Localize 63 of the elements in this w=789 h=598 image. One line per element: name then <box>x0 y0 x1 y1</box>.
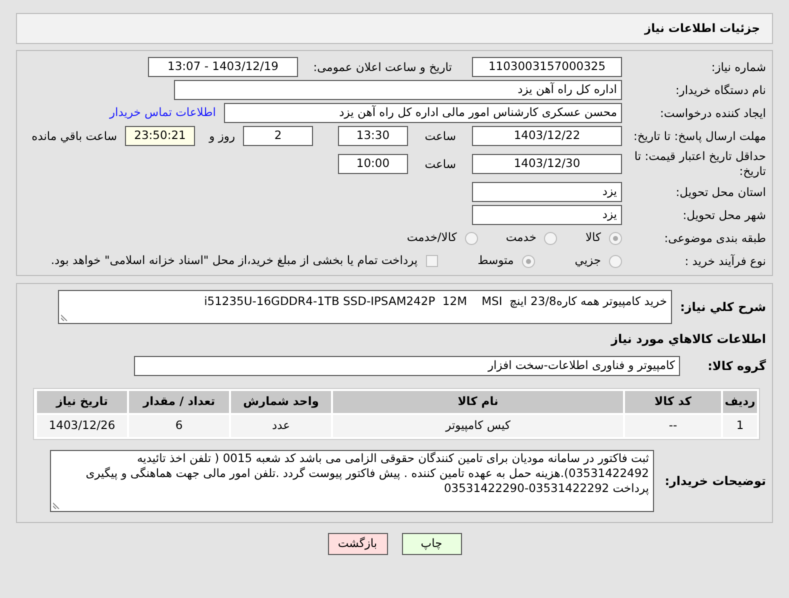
radio-button[interactable] <box>544 232 558 244</box>
column-header: نام کالا <box>333 391 623 413</box>
text-field[interactable]: 1403/12/30 <box>472 154 622 174</box>
field-label: مهلت ارسال پاسخ: تا تاریخ: <box>632 128 766 144</box>
header-bar: جزئیات اطلاعات نیاز <box>16 13 773 44</box>
table-cell: کیس کامپیوتر <box>333 415 623 437</box>
field-label: نوع فرآیند خرید : <box>684 254 766 268</box>
text-field[interactable]: 1403/12/19 - 13:07 <box>148 57 298 77</box>
field-label: شرح کلي نياز: <box>680 299 766 316</box>
field-label: توضیحات خریدار: <box>664 473 766 490</box>
text-field[interactable]: یزد <box>472 205 622 225</box>
radio-button[interactable] <box>522 254 535 268</box>
table-cell: 6 <box>129 415 229 437</box>
resize-grip-icon[interactable] <box>53 501 61 509</box>
radio-label: جزیي <box>574 252 601 270</box>
column-header: ردیف <box>723 391 757 413</box>
column-header: تعداد / مقدار <box>129 391 229 413</box>
radio-button[interactable] <box>609 254 622 268</box>
field-label: شماره نیاز: <box>710 60 766 74</box>
section-heading: اطلاعات كالاهاي مورد نياز <box>610 331 766 348</box>
back-button[interactable]: بازگشت <box>328 533 388 555</box>
field-label: ساعت <box>424 128 456 144</box>
column-header: واحد شمارش <box>231 391 331 413</box>
text-field[interactable]: 2 <box>243 126 313 146</box>
contact-link[interactable]: اطلاعات تماس خریدار <box>109 104 216 122</box>
field-label: شهر محل تحویل: <box>682 208 766 222</box>
table-cell: عدد <box>231 415 331 437</box>
radio-label: کالا/خدمت <box>406 229 457 246</box>
radio-button[interactable] <box>609 232 622 244</box>
notes-text-area[interactable]: ثبت فاکتور در سامانه مودیان برای تامین کنندگان حقوقی الزامی می باشد کد شعبه 0015 ( تلفن اخذ تائیدیه 03531422492).هزینه حمل به عهده تامین کننده . پیش فاکتور پیوست گردد .تلفن امور مالی جهت هماهنگی و پیگیری پرداخت 03531422292-03531422290 <box>50 450 654 512</box>
radio-label: متوسط <box>478 252 514 270</box>
text-field[interactable]: کامپیوتر و فناوری اطلاعات-سخت افزار <box>134 356 680 376</box>
field-label: حداقل تاریخ اعتبار قیمت: تا تاریخ: <box>633 149 766 179</box>
text-field[interactable]: 13:30 <box>338 126 408 146</box>
checkbox[interactable] <box>426 255 438 267</box>
description-text-area[interactable]: خرید کامپیوتر همه کاره23/8 اینچ i51235U-16GDDR4-1TB SSD-IPSAM242P 12M MSI <box>58 290 672 324</box>
table-cell: 1403/12/26 <box>37 415 127 437</box>
field-label: ساعت باقي مانده <box>30 128 117 144</box>
field-label: روز و <box>208 128 235 144</box>
radio-label: کالا <box>585 229 601 246</box>
text-field[interactable]: 1103003157000325 <box>472 57 622 77</box>
table-cell: 1 <box>723 415 757 437</box>
text-field[interactable]: 1403/12/22 <box>472 126 622 146</box>
field-label: طبقه بندی موضوعی: <box>663 230 766 246</box>
radio-label: خدمت <box>506 229 536 246</box>
field-label: ایجاد کننده درخواست: <box>659 106 766 120</box>
field-label: نام دستگاه خریدار: <box>674 82 766 98</box>
checkbox-label: پرداخت تمام یا بخشی از مبلغ خرید،از محل "اسناد خزانه اسلامی" خواهد بود. <box>50 252 418 270</box>
field-label: گروه کالا: <box>706 358 766 375</box>
field-label: ساعت <box>424 156 456 172</box>
print-button[interactable]: چاپ <box>402 533 462 555</box>
text-field[interactable]: 10:00 <box>338 154 408 174</box>
field-label: تاریخ و ساعت اعلان عمومی: <box>312 60 452 74</box>
table-cell: -- <box>625 415 721 437</box>
text-field[interactable]: یزد <box>472 182 622 202</box>
text-field[interactable]: اداره کل راه آهن یزد <box>174 80 622 100</box>
resize-grip-icon[interactable] <box>61 313 69 321</box>
field-label: استان محل تحویل: <box>674 184 766 200</box>
text-field[interactable]: محسن عسکری کارشناس امور مالی اداره کل راه آهن یزد <box>224 103 622 123</box>
text-field[interactable]: 23:50:21 <box>125 126 195 146</box>
column-header: تاریخ نیاز <box>37 391 127 413</box>
radio-button[interactable] <box>464 232 478 244</box>
column-header: کد کالا <box>625 391 721 413</box>
